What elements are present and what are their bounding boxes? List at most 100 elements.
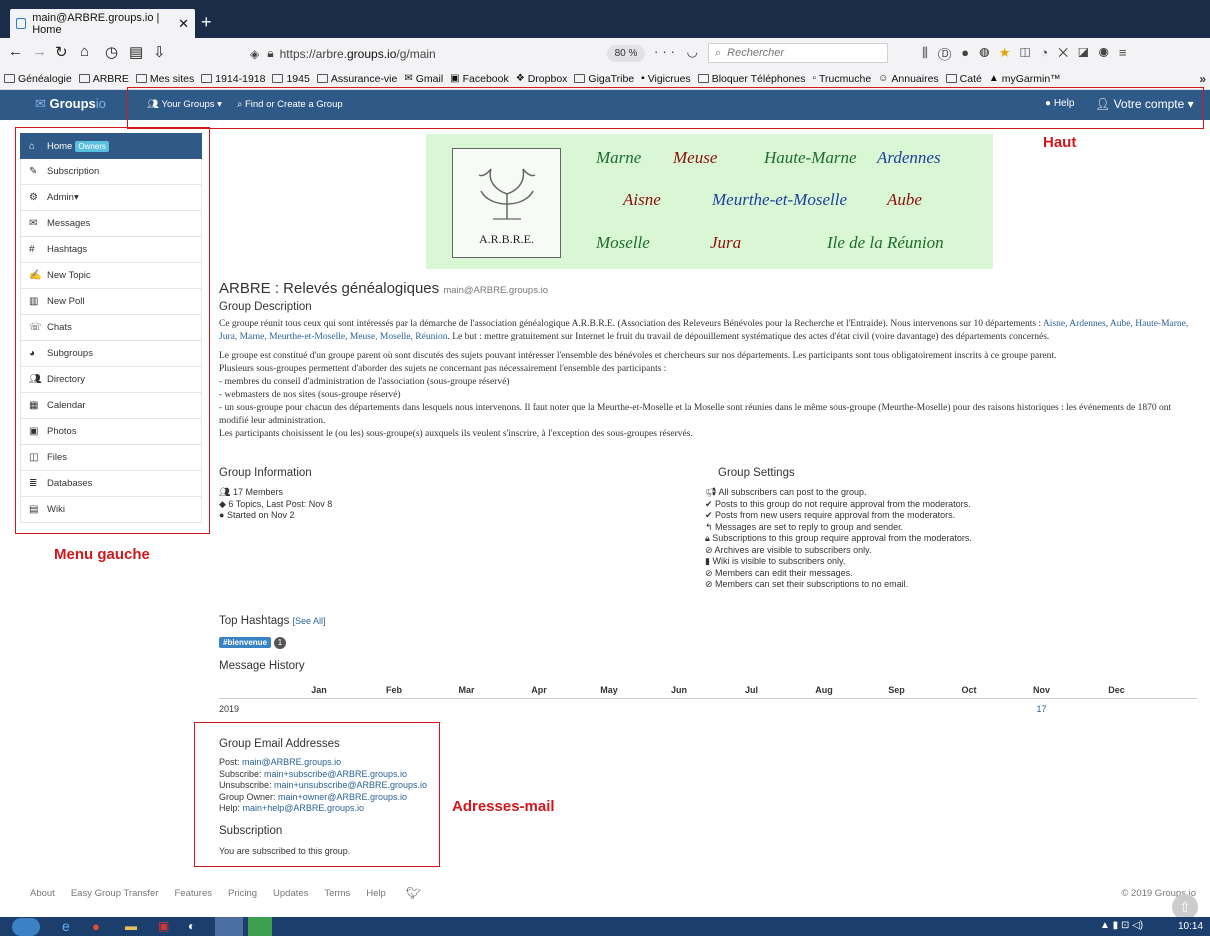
footer-link[interactable]: Help bbox=[366, 888, 386, 899]
browser-tab[interactable]: main@ARBRE.groups.io | Home ✕ bbox=[10, 9, 195, 38]
sidebar-item-home[interactable]: ⌂ Home Owners bbox=[20, 133, 202, 159]
back-icon[interactable]: ← bbox=[8, 43, 23, 60]
bookmark-item[interactable]: Mes sites bbox=[135, 72, 195, 85]
forward-icon[interactable]: → bbox=[32, 43, 47, 60]
group-setting-item: ▮ Wiki is visible to subscribers only. bbox=[705, 556, 972, 568]
bookmarks-overflow-icon[interactable]: » bbox=[1199, 72, 1206, 86]
new-tab-button[interactable]: + bbox=[201, 12, 212, 33]
email-item: Subscribe: main+subscribe@ARBRE.groups.i… bbox=[219, 769, 427, 781]
hashtag-badge[interactable]: #bienvenue bbox=[219, 637, 272, 648]
download-icon[interactable]: ⇩ bbox=[153, 43, 166, 61]
filezilla-icon[interactable]: ▣ bbox=[158, 919, 169, 933]
x-icon[interactable]: ✕ bbox=[1058, 45, 1078, 60]
month-count[interactable]: 17 bbox=[1004, 704, 1079, 714]
footer-link[interactable]: Terms bbox=[324, 888, 350, 899]
email-link[interactable]: main@ARBRE.groups.io bbox=[242, 757, 341, 767]
search-icon: ⌕ bbox=[715, 46, 722, 59]
email-link[interactable]: main+help@ARBRE.groups.io bbox=[243, 803, 364, 813]
account-icon[interactable]: ◉ bbox=[1099, 45, 1119, 60]
email-link[interactable]: main+subscribe@ARBRE.groups.io bbox=[264, 769, 407, 779]
bookmark-item[interactable]: ☺ Annuaires bbox=[878, 73, 939, 85]
bookmark-item[interactable]: Assurance-vie bbox=[316, 73, 397, 85]
paint-icon[interactable] bbox=[248, 917, 272, 936]
email-link[interactable]: main+owner@ARBRE.groups.io bbox=[278, 792, 407, 802]
bookmark-label: myGarmin™ bbox=[1001, 72, 1061, 85]
email-label: Post: bbox=[219, 757, 243, 767]
ublock-icon[interactable]: ● bbox=[961, 45, 979, 60]
globe-icon[interactable]: ◍ bbox=[979, 45, 999, 60]
sidebar-item-wiki[interactable]: ▤ Wiki bbox=[20, 497, 202, 523]
email-link[interactable]: main+unsubscribe@ARBRE.groups.io bbox=[274, 780, 427, 790]
bookmark-item[interactable]: ▲ myGarmin™ bbox=[989, 73, 1061, 85]
ie-icon[interactable]: e bbox=[62, 918, 70, 934]
bookmark-item[interactable]: Généalogie bbox=[4, 73, 72, 85]
mail-ext-icon[interactable]: ◪ bbox=[1078, 45, 1098, 60]
reload-icon[interactable]: ↻ bbox=[55, 43, 68, 61]
app-icon[interactable]: ◐ bbox=[188, 919, 195, 933]
print-icon[interactable]: ▤ bbox=[129, 43, 143, 61]
bookmark-item[interactable]: ARBRE bbox=[78, 73, 129, 85]
sidebar-item-subgroups[interactable]: ◕ Subgroups bbox=[20, 341, 202, 367]
bookmark-item[interactable]: ▣ Facebook bbox=[450, 73, 509, 85]
bookmark-item[interactable]: Bloquer Téléphones bbox=[697, 72, 806, 85]
group-info-text: 6 Topics, Last Post: Nov 8 bbox=[228, 498, 333, 509]
sidebar-item-files[interactable]: ◫ Files bbox=[20, 445, 202, 471]
tray-icons[interactable]: ▲ ▮ ⊡ ◁) bbox=[1100, 920, 1143, 931]
pocket-icon[interactable]: ◡ bbox=[687, 44, 702, 59]
home-icon[interactable]: ⌂ bbox=[80, 43, 89, 60]
annotation-label-left-menu: Menu gauche bbox=[54, 546, 150, 563]
bookmark-item[interactable]: Caté bbox=[945, 73, 982, 85]
sidebar-item-admin[interactable]: ⚙ Admin ▾ bbox=[20, 185, 202, 211]
footer-link[interactable]: Easy Group Transfer bbox=[71, 888, 159, 899]
url-bar[interactable]: ◈ 🔒︎ https://arbre. groups.io /g/main bbox=[250, 43, 600, 64]
extension-d-icon[interactable]: Ⓓ bbox=[938, 45, 961, 60]
footer-link[interactable]: Features bbox=[174, 888, 212, 899]
more-actions-icon[interactable]: ··· bbox=[654, 44, 679, 59]
reader-icon[interactable]: ◫ bbox=[1020, 45, 1040, 60]
bookmark-item[interactable]: ▪ Vigicrues bbox=[641, 73, 691, 85]
sidebar-item-new-poll[interactable]: ▥ New Poll bbox=[20, 289, 202, 315]
sidebar-item-calendar[interactable]: ▦ Calendar bbox=[20, 393, 202, 419]
sidebar-item-subscription[interactable]: ✎ Subscription bbox=[20, 159, 202, 185]
email-label: Group Owner: bbox=[219, 791, 279, 802]
sidebar-item-new-topic[interactable]: ✍ New Topic bbox=[20, 263, 202, 289]
footer-link[interactable]: About bbox=[30, 888, 55, 899]
explorer-icon[interactable]: ▬ bbox=[125, 919, 137, 933]
bookmark-item[interactable]: ▫ Trucmuche bbox=[812, 73, 871, 85]
bookmark-label: Bloquer Téléphones bbox=[711, 72, 806, 85]
twitter-icon[interactable]: 🐦︎ bbox=[406, 886, 421, 900]
sidebar-item-directory[interactable]: 👥︎ Directory bbox=[20, 367, 202, 393]
url-domain: groups.io bbox=[347, 46, 397, 61]
close-tab-icon[interactable]: ✕ bbox=[178, 16, 189, 32]
see-all-link[interactable]: [See All] bbox=[293, 616, 326, 626]
bookmark-item[interactable]: 1945 bbox=[272, 73, 310, 85]
groups-logo[interactable]: ✉ Groupsio bbox=[35, 96, 106, 112]
caret-down-icon: ▾ bbox=[73, 192, 79, 203]
extension-icons[interactable]: ⫼Ⓓ●◍★◫◔✕◪◉≡ bbox=[922, 45, 1137, 61]
sidebar-item-messages[interactable]: ✉ Messages bbox=[20, 211, 202, 237]
footer-link[interactable]: Pricing bbox=[228, 888, 257, 899]
bookmark-item[interactable]: 1914-1918 bbox=[201, 73, 265, 85]
chrome-icon[interactable]: ● bbox=[92, 919, 100, 934]
bookmark-label: Mes sites bbox=[149, 72, 195, 85]
extension-icon[interactable]: ◔ bbox=[1040, 45, 1058, 60]
sidebar-item-hashtags[interactable]: # Hashtags bbox=[20, 237, 202, 263]
bookmark-item[interactable]: ✉ Gmail bbox=[404, 73, 443, 85]
library-icon[interactable]: ⫼ bbox=[922, 45, 938, 60]
arbre-logo: A.R.B.R.E. bbox=[452, 148, 561, 258]
sidebar-item-databases[interactable]: ≣ Databases bbox=[20, 471, 202, 497]
sidebar-item-photos[interactable]: ▣ Photos bbox=[20, 419, 202, 445]
bookmark-item[interactable]: GigaTribe bbox=[574, 73, 634, 85]
start-button-icon[interactable] bbox=[12, 918, 40, 936]
favorites-star-icon[interactable]: ★ bbox=[1000, 45, 1020, 60]
search-placeholder: Rechercher bbox=[727, 47, 785, 59]
footer-link[interactable]: Updates bbox=[273, 888, 308, 899]
bookmark-item[interactable]: ❖ Dropbox bbox=[516, 73, 568, 85]
sidebar-item-chats[interactable]: ☏ Chats bbox=[20, 315, 202, 341]
hashtag-item[interactable]: #bienvenue 1 bbox=[219, 636, 287, 649]
history-icon[interactable]: ◷ bbox=[105, 43, 118, 61]
search-input[interactable]: ⌕ Rechercher bbox=[708, 43, 888, 63]
firefox-taskbar-icon[interactable] bbox=[215, 917, 243, 936]
menu-icon[interactable]: ≡ bbox=[1119, 45, 1137, 60]
zoom-level[interactable]: 80 % bbox=[607, 45, 645, 62]
